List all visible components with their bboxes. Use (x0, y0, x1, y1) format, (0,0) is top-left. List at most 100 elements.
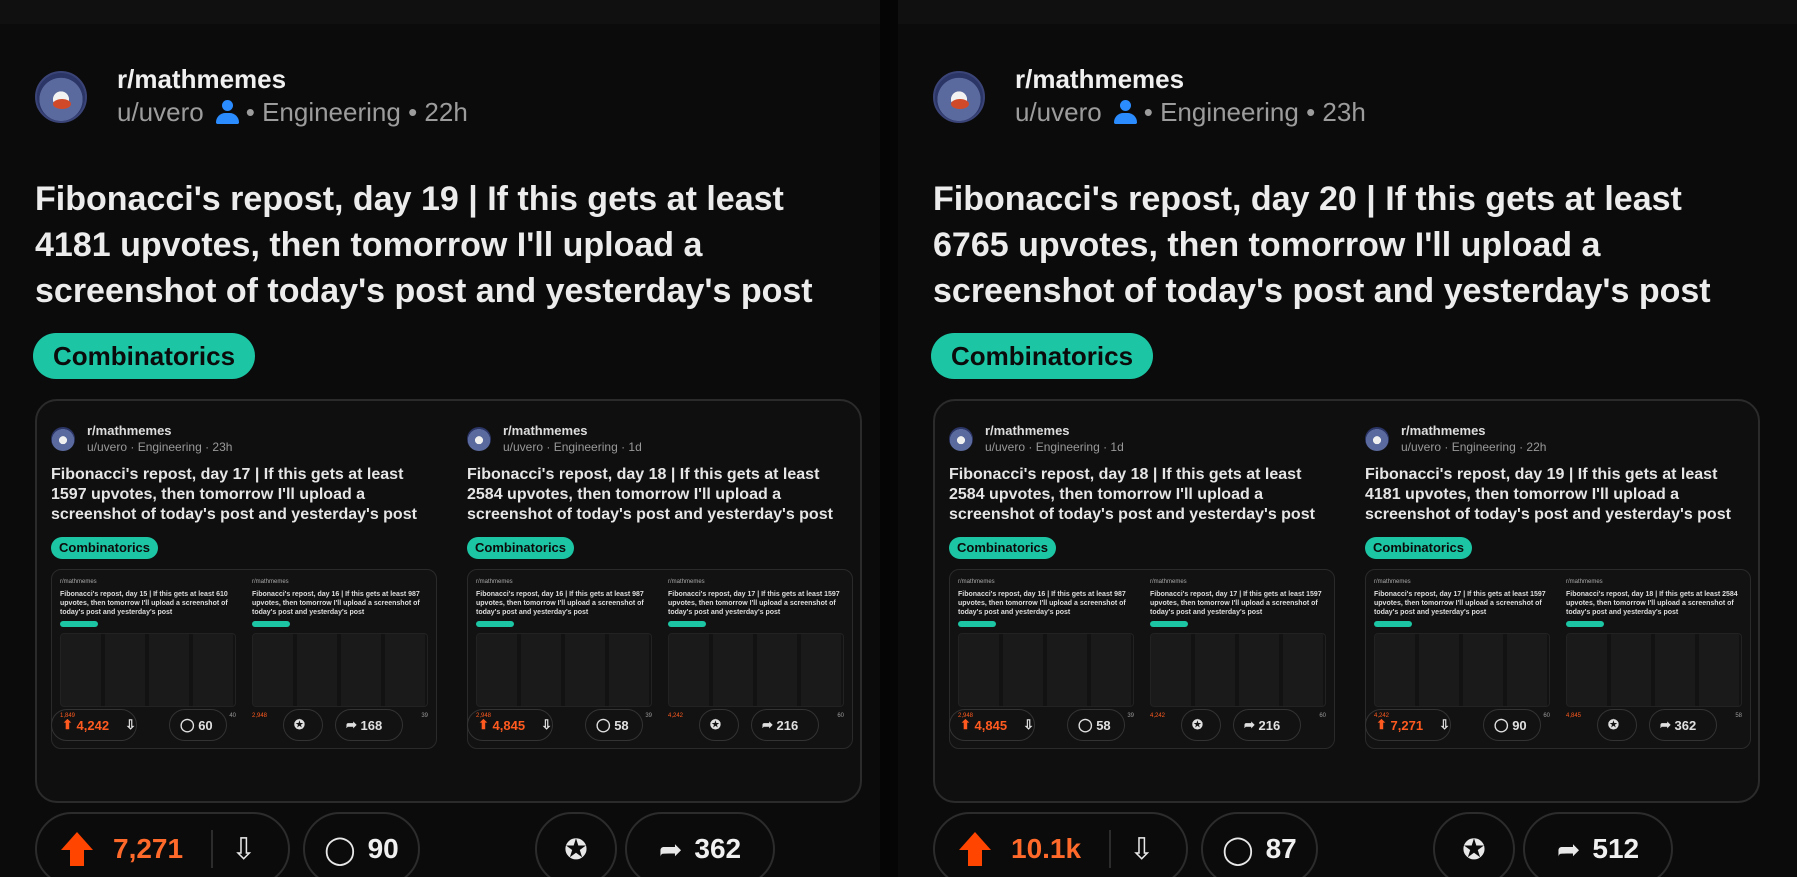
subreddit-name: r/mathmemes (668, 579, 705, 585)
upvote-count: 7,271 (113, 833, 184, 864)
award-button: ✪ (283, 709, 323, 741)
arrow-down-icon: ⇩ (125, 717, 136, 732)
top-band (0, 0, 1797, 24)
arrow-up-icon[interactable] (61, 832, 93, 866)
share-button: ➦ 362 (1649, 709, 1717, 741)
comments-button[interactable]: ◯ 90 (303, 812, 420, 877)
post-title: Fibonacci's repost, day 16 | If this get… (958, 591, 1126, 616)
subreddit-name: r/mathmemes (985, 423, 1070, 438)
post-title[interactable]: Fibonacci's repost, day 19 | If this get… (35, 176, 855, 314)
nested-screenshot (252, 633, 428, 707)
award-button[interactable]: ✪ (1433, 812, 1515, 877)
comment-count: 90 (367, 833, 399, 864)
comment-bubble-icon: ◯ (1494, 717, 1509, 732)
subreddit-name: r/mathmemes (1374, 579, 1411, 585)
subreddit-avatar[interactable] (35, 71, 87, 123)
arrow-up-icon: ⬆ (478, 717, 489, 732)
share-button: ➦ 168 (335, 709, 403, 741)
post-flair: Combinatorics (1365, 537, 1473, 559)
post-title: Fibonacci's repost, day 17 | If this get… (668, 591, 840, 616)
post-flair[interactable]: Combinatorics (931, 333, 1154, 379)
post-title[interactable]: Fibonacci's repost, day 20 | If this get… (933, 176, 1753, 314)
subreddit-name: r/mathmemes (60, 579, 97, 585)
award-icon: ✪ (1192, 717, 1203, 732)
share-button[interactable]: ➦ 362 (625, 812, 775, 877)
post-time: 22h (424, 97, 468, 127)
vote-control: 10.1k ⇩ (933, 812, 1188, 877)
username[interactable]: u/uvero (1015, 94, 1102, 130)
subreddit-avatar (1365, 427, 1389, 451)
post-title: Fibonacci's repost, day 16 | If this get… (476, 591, 644, 616)
award-button[interactable]: ✪ (535, 812, 617, 877)
post-title: Fibonacci's repost, day 17 | If this get… (51, 466, 417, 523)
post-meta: u/uvero • Engineering • 23h (1015, 94, 1366, 130)
nested-screenshot (958, 633, 1134, 707)
share-arrow-icon: ➦ (762, 717, 773, 732)
vote-control: 7,271 ⇩ (35, 812, 290, 877)
action-bar: 7,271 ⇩ ◯ 90 ✪ ➦ 362 (35, 812, 862, 877)
action-bar: ⬆ 7,271 ⇩ ◯ 90 ✪ ➦ 362 (1365, 709, 1751, 743)
post-flair[interactable]: Combinatorics (33, 333, 256, 379)
comment-bubble-icon: ◯ (1222, 833, 1254, 865)
vote-control: ⬆ 4,845 ⇩ (949, 709, 1035, 741)
post-meta: u/uvero · Engineering · 22h (1401, 440, 1547, 454)
arrow-up-icon[interactable] (959, 832, 991, 866)
nested-screenshot (1374, 633, 1550, 707)
post-flair (476, 621, 514, 627)
post-flair (1566, 621, 1604, 627)
comment-count: 58 (1096, 717, 1111, 733)
upvote-count: 4,242 (76, 717, 110, 733)
nested-screenshot (1150, 633, 1326, 707)
nested-screenshot (476, 633, 652, 707)
panel-divider (880, 0, 898, 877)
upvote-count: 4,845 (974, 717, 1008, 733)
meta-dot: • (400, 97, 425, 127)
username[interactable]: u/uvero (117, 94, 204, 130)
comment-bubble-icon: ◯ (1078, 717, 1093, 732)
comments-button: ◯ 58 (585, 709, 643, 741)
post-flair (668, 621, 706, 627)
award-button: ✪ (699, 709, 739, 741)
comments-button[interactable]: ◯ 87 (1201, 812, 1318, 877)
upvote-count: 10.1k (1011, 833, 1082, 864)
action-bar: 10.1k ⇩ ◯ 87 ✪ ➦ 512 (933, 812, 1760, 877)
post-time: 23h (1322, 97, 1366, 127)
share-count: 362 (1674, 717, 1697, 733)
action-bar: ⬆ 4,845 ⇩ ◯ 58 ✪ ➦ 216 (949, 709, 1335, 743)
arrow-down-icon[interactable]: ⇩ (231, 832, 256, 867)
comment-count: 58 (614, 717, 629, 733)
subreddit-name: r/mathmemes (476, 579, 513, 585)
user-icon (1112, 99, 1138, 125)
share-arrow-icon: ➦ (346, 717, 357, 732)
award-icon: ✪ (564, 833, 588, 865)
vote-separator (211, 830, 214, 868)
post-flair (958, 621, 996, 627)
subreddit-name: r/mathmemes (252, 579, 289, 585)
comment-bubble-icon: ◯ (324, 833, 356, 865)
post-image[interactable]: r/mathmemes u/uvero · Engineering · 23h … (35, 399, 862, 803)
post-title: Fibonacci's repost, day 18 | If this get… (1566, 591, 1738, 616)
subreddit-avatar[interactable] (933, 71, 985, 123)
embedded-post: r/mathmemes u/uvero · Engineering · 1d F… (935, 401, 1345, 801)
post-flair (60, 621, 98, 627)
subreddit-name[interactable]: r/mathmemes (117, 64, 468, 94)
share-count: 216 (1258, 717, 1281, 733)
arrow-down-icon[interactable]: ⇩ (1129, 832, 1154, 867)
award-button: ✪ (1181, 709, 1221, 741)
post-image[interactable]: r/mathmemes u/uvero · Engineering · 1d F… (933, 399, 1760, 803)
subreddit-avatar (949, 427, 973, 451)
comment-count: 60 (198, 717, 213, 733)
arrow-up-icon: ⬆ (1376, 717, 1387, 732)
post-header: r/mathmemes u/uvero • Engineering • 23h (933, 64, 1366, 130)
arrow-up-icon: ⬆ (960, 717, 971, 732)
share-button[interactable]: ➦ 512 (1523, 812, 1673, 877)
embedded-post: r/mathmemes u/uvero · Engineering · 1d F… (453, 401, 860, 801)
post-meta: u/uvero · Engineering · 1d (503, 440, 642, 454)
post-flair (1374, 621, 1412, 627)
share-count: 216 (776, 717, 799, 733)
subreddit-avatar (467, 427, 491, 451)
subreddit-name[interactable]: r/mathmemes (1015, 64, 1366, 94)
subreddit-name: r/mathmemes (503, 423, 588, 438)
arrow-down-icon: ⇩ (1023, 717, 1034, 732)
comment-count: 90 (1512, 717, 1527, 733)
